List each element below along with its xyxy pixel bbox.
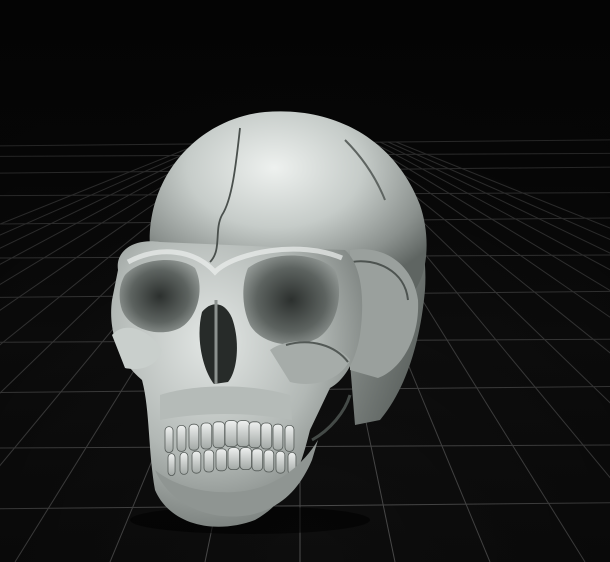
tooth xyxy=(263,449,275,473)
tooth xyxy=(191,450,202,474)
tooth xyxy=(239,447,252,471)
tooth xyxy=(272,423,284,451)
tooth xyxy=(188,423,200,451)
tooth xyxy=(200,422,213,450)
tooth xyxy=(179,451,189,475)
tooth xyxy=(212,421,226,449)
tooth xyxy=(203,449,215,473)
tooth xyxy=(275,450,286,474)
tooth xyxy=(236,420,250,448)
tooth xyxy=(248,421,262,449)
eye-socket-right xyxy=(119,259,200,333)
tooth xyxy=(284,424,295,452)
viewport-canvas[interactable] xyxy=(0,0,610,562)
tooth xyxy=(224,420,238,448)
tooth xyxy=(215,448,228,472)
tooth xyxy=(251,448,264,472)
tooth xyxy=(260,422,273,450)
tooth xyxy=(176,424,187,452)
tooth xyxy=(167,453,176,477)
3d-viewport[interactable] xyxy=(0,0,610,562)
eye-socket-left xyxy=(243,255,340,345)
tooth xyxy=(227,447,240,471)
tooth xyxy=(164,426,174,454)
